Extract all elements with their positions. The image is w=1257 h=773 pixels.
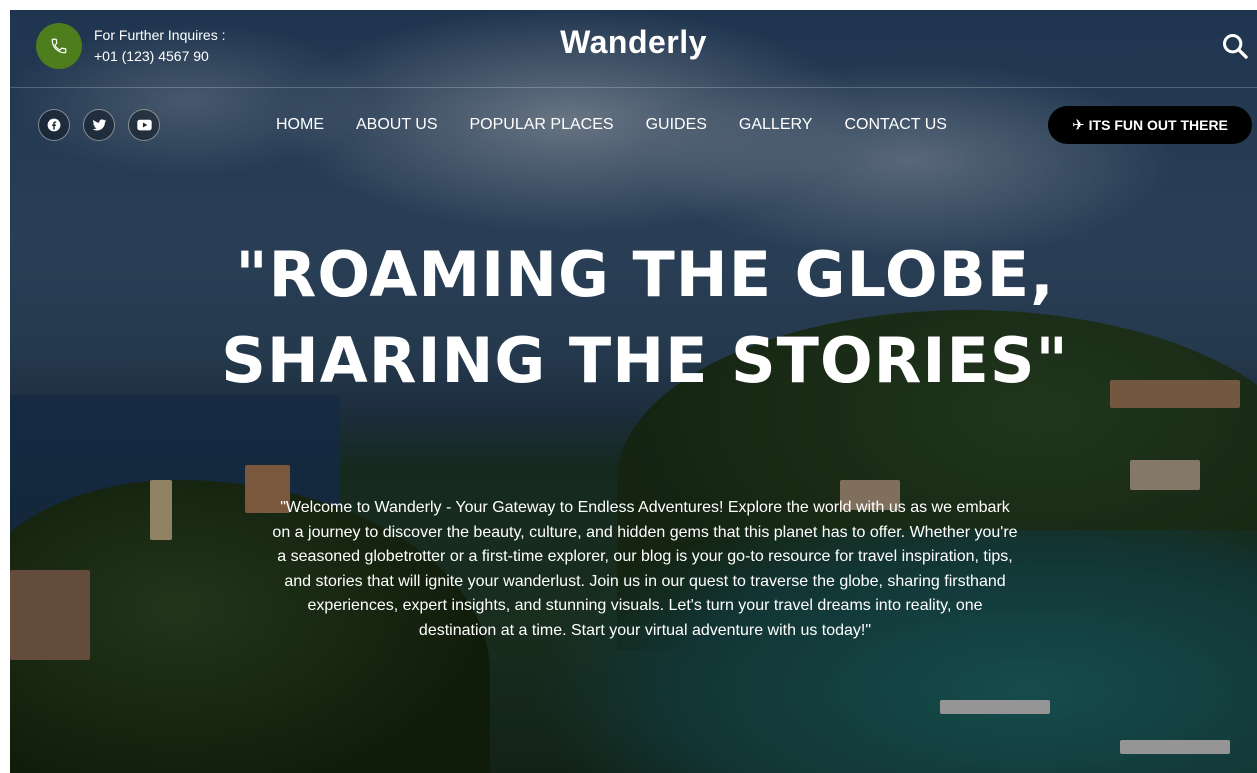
search-icon[interactable] [1221,32,1249,60]
nav-item-guides[interactable]: GUIDES [646,116,707,134]
twitter-icon [92,118,106,130]
nav-item-popular-places[interactable]: POPULAR PLACES [470,116,614,134]
nav-item-home[interactable]: HOME [276,116,324,134]
nav-item-about-us[interactable]: ABOUT US [356,116,438,134]
cta-button[interactable]: ✈ ITS FUN OUT THERE [1048,106,1252,144]
facebook-icon [47,118,61,132]
twitter-link[interactable] [83,109,115,141]
airplane-icon: ✈ [1072,116,1085,134]
cta-label: ITS FUN OUT THERE [1088,117,1228,133]
top-bar: For Further Inquires : +01 (123) 4567 90… [10,10,1257,88]
facebook-link[interactable] [38,109,70,141]
youtube-icon [136,119,152,131]
site-logo[interactable]: Wanderly [10,24,1257,61]
nav-item-gallery[interactable]: GALLERY [739,116,813,134]
main-nav: HOME ABOUT US POPULAR PLACES GUIDES GALL… [276,116,979,134]
hero-headline: "ROAMING THE GLOBE, SHARING THE STORIES" [221,238,1069,397]
youtube-link[interactable] [128,109,160,141]
nav-item-contact-us[interactable]: CONTACT US [844,116,947,134]
hero-intro: "Welcome to Wanderly - Your Gateway to E… [272,499,1018,639]
